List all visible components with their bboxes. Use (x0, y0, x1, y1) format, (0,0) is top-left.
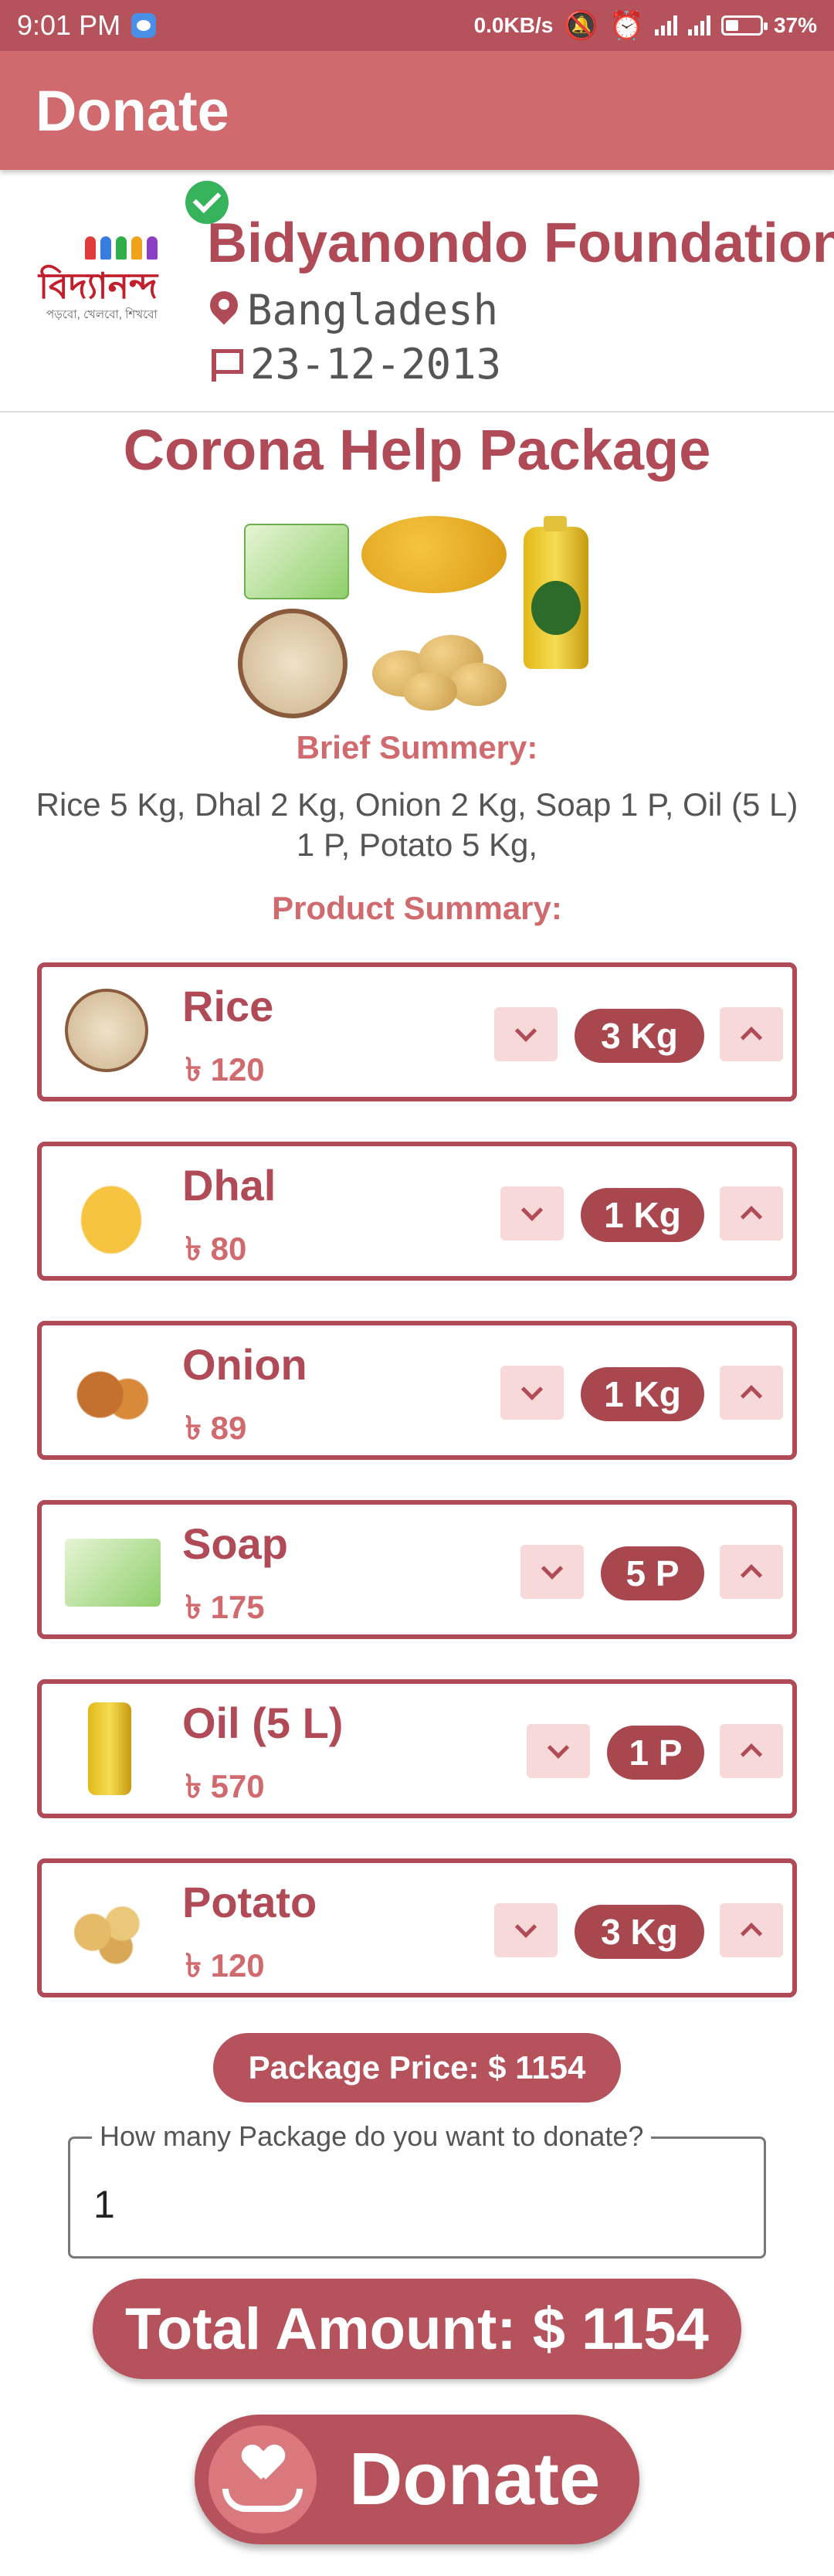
location-pin-icon (208, 290, 239, 331)
product-row-rice: Rice ৳ 120 3 Kg (37, 962, 797, 1101)
product-price: ৳ 120 (185, 1051, 265, 1088)
brief-summary-text: Rice 5 Kg, Dhal 2 Kg, Onion 2 Kg, Soap 1… (36, 786, 798, 863)
battery-icon (720, 15, 768, 36)
product-row-soap: Soap ৳ 175 5 P (37, 1500, 797, 1639)
product-name: Oil (5 L) (182, 1699, 344, 1747)
status-left: 9:01 PM (17, 9, 157, 42)
chevron-up-icon (740, 1027, 763, 1049)
product-summary-label: Product Summary: (272, 890, 562, 926)
product-row-oil: Oil (5 L) ৳ 570 1 P (37, 1679, 797, 1818)
logo-figures (85, 236, 158, 260)
status-right: 0.0KB/s 🔕 ⏰ 37% (474, 9, 817, 42)
network-speed: 0.0KB/s (473, 13, 554, 37)
chevron-up-icon (740, 1385, 763, 1407)
brief-summary-label: Brief Summery: (296, 729, 538, 765)
decrease-button[interactable] (520, 1545, 584, 1599)
decrease-button[interactable] (494, 1007, 558, 1061)
increase-button[interactable] (720, 1903, 783, 1957)
product-price: ৳ 120 (185, 1947, 265, 1984)
signal-icon (654, 15, 677, 36)
chevron-up-icon (740, 1923, 763, 1945)
oil-thumbnail (88, 1702, 131, 1795)
rice-image (238, 609, 348, 718)
quantity-badge: 3 Kg (575, 1905, 704, 1959)
increase-button[interactable] (720, 1186, 783, 1240)
product-price: ৳ 80 (185, 1230, 247, 1267)
product-row-dhal: Dhal ৳ 80 1 Kg (37, 1142, 797, 1281)
quantity-badge: 3 Kg (575, 1009, 704, 1063)
product-name: Potato (182, 1878, 317, 1926)
product-name: Soap (182, 1519, 288, 1568)
app-bar-title: Donate (36, 78, 229, 143)
donate-button-label: Donate (349, 2438, 601, 2520)
location-text: Bangladesh (247, 286, 499, 334)
decrease-button[interactable] (527, 1724, 590, 1778)
package-quantity-label: How many Package do you want to donate? (92, 2120, 652, 2153)
alarm-icon: ⏰ (609, 9, 644, 41)
product-row-onion: Onion ৳ 89 1 Kg (37, 1321, 797, 1460)
organization-date: 23-12-2013 (208, 340, 501, 389)
product-name: Dhal (182, 1161, 276, 1210)
dhal-image (361, 516, 507, 593)
donate-heart-hand-icon (208, 2425, 317, 2534)
quantity-badge: 5 P (601, 1546, 704, 1600)
signal-icon-2 (687, 15, 710, 36)
chevron-down-icon (547, 1736, 570, 1759)
organization-location: Bangladesh (208, 286, 498, 334)
total-amount: Total Amount: $ 1154 (93, 2279, 741, 2379)
organization-name: Bidyanondo Foundation (207, 212, 834, 274)
chevron-up-icon (740, 1743, 763, 1766)
increase-button[interactable] (720, 1724, 783, 1778)
soap-image (244, 524, 349, 599)
package-quantity-input[interactable]: 1 (93, 2182, 115, 2227)
organization-logo: বিদ্যানন্দ পড়বো, খেলবো, শিখবো (39, 233, 178, 334)
product-name: Onion (182, 1340, 307, 1389)
potato-image (364, 619, 511, 712)
product-name: Rice (182, 982, 274, 1030)
donate-button[interactable]: Donate (195, 2415, 639, 2544)
chevron-down-icon (514, 1916, 537, 1938)
increase-button[interactable] (720, 1545, 783, 1599)
chevron-up-icon (740, 1206, 763, 1228)
package-quantity-field[interactable]: How many Package do you want to donate? … (68, 2120, 766, 2259)
status-bar: 9:01 PM 0.0KB/s 🔕 ⏰ 37% (0, 0, 834, 51)
status-time: 9:01 PM (17, 9, 121, 41)
soap-thumbnail (65, 1539, 161, 1607)
logo-tagline: পড়বো, খেলবো, শিখবো (46, 308, 158, 321)
package-image (232, 516, 602, 726)
onion-thumbnail (65, 1347, 158, 1434)
product-row-potato: Potato ৳ 120 3 Kg (37, 1858, 797, 1997)
decrease-button[interactable] (494, 1903, 558, 1957)
messenger-notification-icon (131, 13, 157, 38)
product-price: ৳ 175 (185, 1589, 265, 1625)
organization-header: বিদ্যানন্দ পড়বো, খেলবো, শিখবো Bidyanond… (0, 171, 834, 412)
chevron-down-icon (514, 1020, 537, 1042)
chevron-down-icon (541, 1557, 564, 1580)
app-bar: Donate (0, 51, 834, 170)
rice-thumbnail (65, 989, 148, 1072)
chevron-up-icon (740, 1564, 763, 1587)
package-price-badge: Package Price: $ 1154 (213, 2033, 621, 2103)
product-price: ৳ 89 (185, 1410, 247, 1446)
product-price: ৳ 570 (185, 1768, 265, 1804)
package-title: Corona Help Package (123, 418, 711, 482)
dhal-thumbnail (65, 1168, 158, 1254)
increase-button[interactable] (720, 1366, 783, 1420)
chevron-down-icon (520, 1199, 544, 1221)
quantity-badge: 1 Kg (581, 1188, 704, 1242)
decrease-button[interactable] (500, 1366, 564, 1420)
potato-thumbnail (65, 1885, 158, 1971)
flag-icon (208, 346, 243, 383)
increase-button[interactable] (720, 1007, 783, 1061)
battery-percent: 37% (773, 13, 817, 37)
quantity-badge: 1 Kg (581, 1367, 704, 1421)
quantity-badge: 1 P (607, 1726, 704, 1780)
date-text: 23-12-2013 (250, 340, 502, 389)
oil-image (524, 516, 588, 669)
mute-icon: 🔕 (564, 9, 599, 41)
decrease-button[interactable] (500, 1186, 564, 1240)
chevron-down-icon (520, 1378, 544, 1400)
